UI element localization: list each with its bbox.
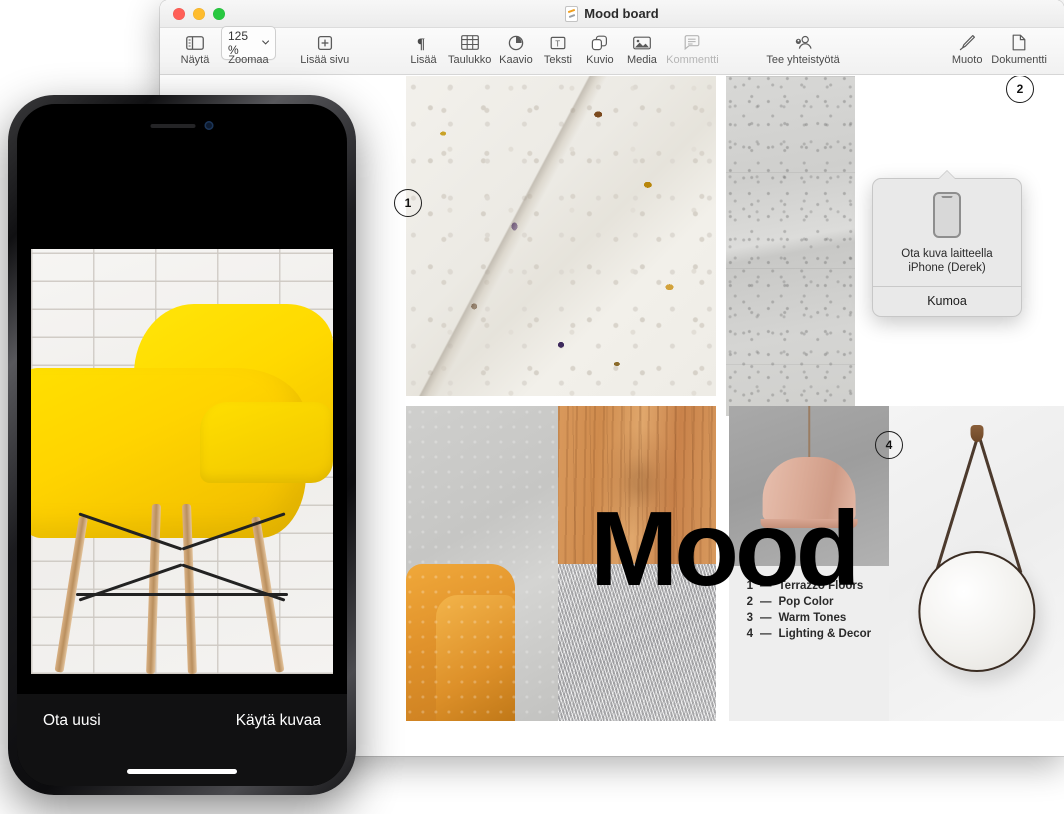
popover-cancel-label: Kumoa	[927, 293, 967, 308]
zoom-value: 125 %	[228, 28, 249, 57]
popover-body: Ota kuva laitteella iPhone (Derek)	[873, 179, 1021, 286]
popover-message: Ota kuva laitteella iPhone (Derek)	[883, 247, 1011, 275]
traffic-lights	[173, 7, 225, 20]
svg-text:T: T	[555, 39, 560, 48]
badge-1-number: 1	[404, 196, 412, 210]
toolbar-button-view[interactable]: Näytä	[174, 31, 216, 66]
badge-1[interactable]: 1	[394, 189, 422, 217]
plus-in-square-icon	[317, 32, 333, 53]
iphone-device-icon	[933, 192, 961, 238]
toolbar-zoom-control[interactable]: 125 % Zoomaa	[216, 25, 281, 66]
comment-bubble-icon	[684, 32, 700, 53]
use-photo-button[interactable]: Käytä kuvaa	[236, 712, 321, 730]
mood-board-title[interactable]: Mood Board.	[590, 303, 902, 756]
toolbar-label-shape: Kuvio	[586, 54, 614, 66]
image-round-hanging-mirror[interactable]	[889, 406, 1064, 721]
home-indicator[interactable]	[127, 769, 237, 774]
chair-armrest	[200, 402, 333, 483]
badge-2[interactable]: 2	[1006, 76, 1034, 103]
text-box-icon: T	[549, 32, 567, 53]
toolbar: Näytä 125 % Zoomaa Lisää sivu ¶ Lisää Ta…	[160, 25, 1064, 75]
window-title-text: Mood board	[584, 6, 659, 21]
collaborate-person-icon	[794, 32, 813, 53]
pie-chart-icon	[508, 32, 524, 53]
retake-photo-button[interactable]: Ota uusi	[43, 712, 101, 730]
pages-document-icon	[565, 5, 579, 22]
zoom-button[interactable]	[213, 7, 225, 20]
badge-4[interactable]: 4	[875, 431, 903, 459]
minimize-button[interactable]	[193, 7, 205, 20]
image-grey-plaster-wall-with-yellow-sofa[interactable]	[406, 406, 558, 721]
toolbar-label-text: Teksti	[543, 54, 572, 66]
popover-cancel-button[interactable]: Kumoa	[873, 287, 1021, 316]
toolbar-button-text[interactable]: T Teksti	[537, 31, 579, 66]
popover-message-line1: Ota kuva laitteella	[901, 248, 993, 260]
popover-message-line2: iPhone (Derek)	[908, 262, 986, 274]
toolbar-button-insert[interactable]: ¶ Lisää	[403, 31, 445, 67]
svg-text:¶: ¶	[417, 36, 425, 51]
chevron-down-icon	[261, 40, 269, 45]
toolbar-label-media: Media	[626, 54, 657, 66]
toolbar-label-collaborate: Tee yhteistyötä	[766, 54, 840, 66]
table-icon	[460, 32, 479, 53]
sofa-arm	[436, 595, 516, 721]
toolbar-button-shape[interactable]: Kuvio	[579, 31, 621, 66]
pilcrow-icon: ¶	[417, 32, 430, 53]
paintbrush-icon	[959, 32, 976, 53]
toolbar-label-chart: Kaavio	[499, 54, 533, 66]
speaker-grille-icon	[150, 123, 196, 128]
badge-2-number: 2	[1016, 82, 1024, 96]
mirror-hook	[970, 424, 983, 442]
iphone-screen[interactable]: Ota uusi Käytä kuvaa	[17, 104, 347, 786]
window-titlebar: Mood board	[160, 0, 1064, 28]
toolbar-label-format: Muoto	[951, 54, 983, 66]
document-page-icon	[1012, 32, 1026, 53]
toolbar-button-comment[interactable]: Kommentti	[663, 31, 722, 66]
toolbar-button-table[interactable]: Taulukko	[445, 31, 495, 66]
toolbar-label-table: Taulukko	[448, 54, 492, 66]
toolbar-label-document: Dokumentti	[991, 54, 1047, 66]
toolbar-button-document[interactable]: Dokumentti	[988, 31, 1050, 66]
sofa-cushion	[406, 563, 516, 721]
toolbar-button-add-page[interactable]: Lisää sivu	[297, 31, 353, 66]
sidebar-icon	[186, 32, 204, 53]
continuity-camera-popover: Ota kuva laitteella iPhone (Derek) Kumoa	[872, 171, 1022, 317]
iphone-action-bar: Ota uusi Käytä kuvaa	[17, 694, 347, 786]
window-title: Mood board	[160, 0, 1064, 27]
toolbar-button-collaborate[interactable]: Tee yhteistyötä	[764, 31, 842, 66]
toolbar-label-comment: Kommentti	[666, 54, 719, 66]
toolbar-label-insert: Lisää	[410, 54, 437, 66]
iphone-device: Ota uusi Käytä kuvaa	[8, 95, 356, 795]
toolbar-button-format[interactable]: Muoto	[946, 31, 988, 66]
media-image-icon	[633, 32, 651, 53]
close-button[interactable]	[173, 7, 185, 20]
mood-board-page: 1 — Terrazzo Floors 2 — Pop Color 3 — Wa…	[381, 76, 1064, 721]
captured-photo[interactable]	[31, 249, 333, 674]
popover-arrow	[938, 171, 956, 180]
zoom-value-pill[interactable]: 125 %	[221, 25, 276, 60]
iphone-notch	[150, 121, 214, 130]
chair-wire-strut	[76, 593, 288, 596]
badge-4-number: 4	[885, 438, 893, 452]
toolbar-button-media[interactable]: Media	[621, 31, 663, 66]
toolbar-label-view: Näytä	[180, 54, 210, 66]
toolbar-button-chart[interactable]: Kaavio	[495, 31, 537, 66]
toolbar-label-zoom: Zoomaa	[228, 54, 269, 66]
front-camera-icon	[204, 121, 214, 130]
shapes-icon	[591, 32, 608, 53]
mirror-glass	[917, 550, 1036, 673]
toolbar-label-add-page: Lisää sivu	[300, 54, 350, 66]
mood-board-title-line1: Mood	[590, 490, 861, 609]
